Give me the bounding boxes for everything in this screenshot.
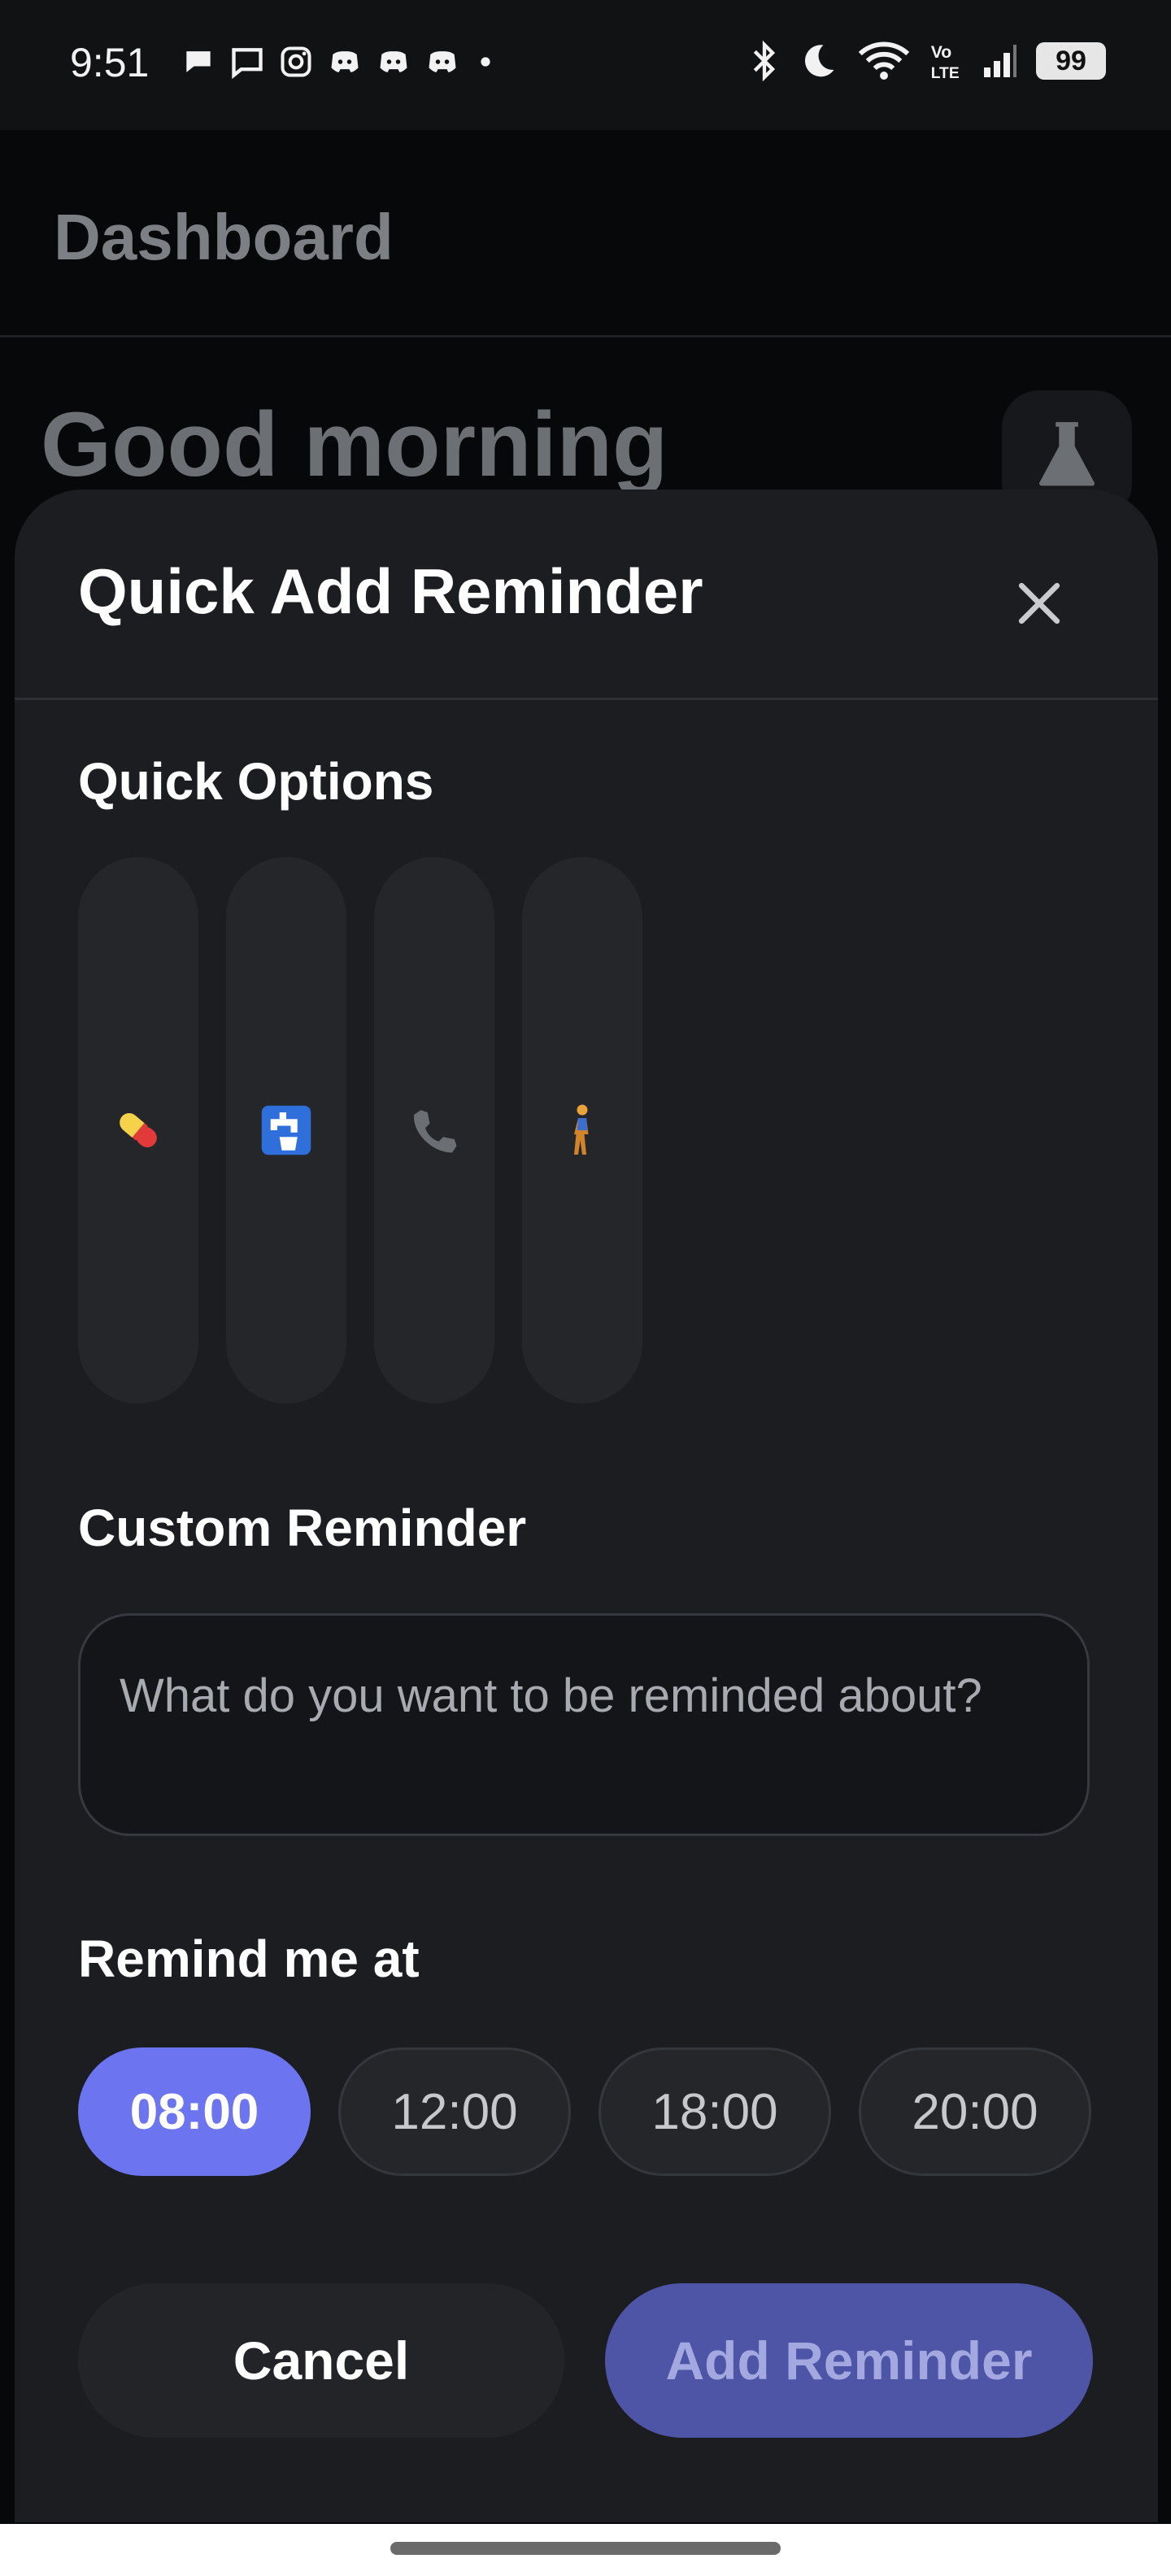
custom-reminder-input[interactable]: [78, 1613, 1090, 1836]
svg-text:LTE: LTE: [931, 65, 960, 82]
time-chip-1200[interactable]: 12:00: [338, 2047, 571, 2176]
custom-reminder-label: Custom Reminder: [78, 1499, 527, 1557]
quick-option-pill[interactable]: [78, 857, 198, 1403]
greeting-heading: Good morning: [41, 394, 668, 495]
volte-icon: Vo LTE: [931, 43, 960, 82]
cancel-button[interactable]: Cancel: [78, 2283, 564, 2438]
time-chip-2000[interactable]: 20:00: [859, 2047, 1091, 2176]
svg-text:Vo: Vo: [931, 43, 952, 62]
sheet-title: Quick Add Reminder: [78, 555, 703, 627]
dashboard-header: Dashboard: [0, 130, 1171, 337]
home-indicator[interactable]: [390, 2542, 781, 2555]
remind-time-label: Remind me at: [78, 1930, 420, 1988]
notification-icons: [181, 44, 498, 80]
discord-icon: [380, 51, 407, 72]
water-tap-icon: [261, 1105, 311, 1155]
quick-option-water[interactable]: [226, 857, 346, 1403]
dashboard-title: Dashboard: [54, 201, 394, 273]
navigation-bar: [0, 2524, 1171, 2576]
wifi-icon: [858, 41, 910, 80]
flask-icon: [1039, 422, 1095, 486]
status-bar: 9:51 Vo LTE 99: [0, 0, 1171, 130]
quick-option-walk[interactable]: [522, 857, 642, 1403]
close-button[interactable]: [999, 563, 1080, 644]
phone-icon: [414, 1110, 457, 1153]
chat-bubble-icon: [186, 51, 211, 72]
quick-option-phone[interactable]: [374, 857, 494, 1403]
do-not-disturb-icon: [804, 45, 834, 77]
time-chip-0800[interactable]: 08:00: [78, 2047, 311, 2176]
time-options: 08:00 12:00 18:00 20:00: [78, 2047, 1091, 2176]
message-icon: [232, 48, 263, 80]
time-chip-1800[interactable]: 18:00: [599, 2047, 831, 2176]
status-time: 9:51: [70, 40, 150, 85]
battery-icon: 99: [1036, 42, 1106, 80]
bluetooth-icon: [753, 40, 776, 82]
battery-level: 99: [1056, 45, 1086, 76]
close-icon: [1018, 582, 1060, 624]
discord-icon: [331, 51, 359, 72]
pill-icon: [120, 1112, 157, 1148]
signal-icon: [984, 45, 1016, 77]
quick-add-reminder-sheet: Quick Add Reminder Quick Options Custom …: [15, 490, 1158, 2522]
quick-options-list: [78, 857, 642, 1403]
sheet-divider: [15, 698, 1158, 700]
quick-options-label: Quick Options: [78, 752, 434, 811]
discord-icon: [429, 51, 456, 72]
system-icons: Vo LTE 99: [748, 39, 1106, 83]
instagram-icon: [281, 46, 311, 77]
dot-icon: [481, 57, 490, 67]
walking-person-icon: [574, 1104, 589, 1155]
add-reminder-button[interactable]: Add Reminder: [605, 2283, 1093, 2438]
